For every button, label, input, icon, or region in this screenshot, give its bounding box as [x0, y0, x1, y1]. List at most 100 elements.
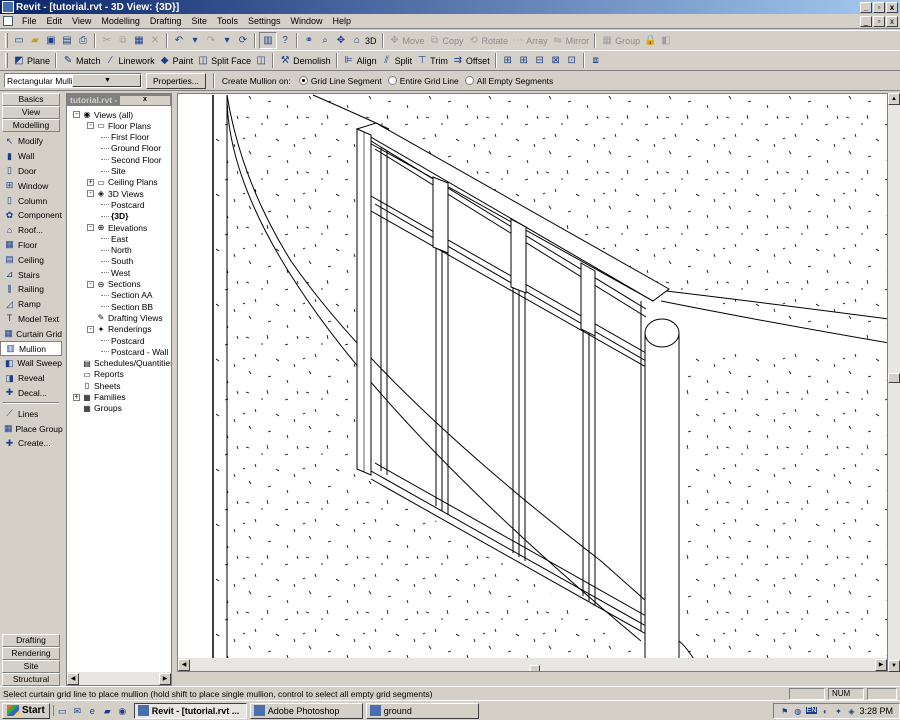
tool-curtain-grid[interactable]: ▦ Curtain Grid	[0, 326, 62, 341]
globe-icon[interactable]: ◍	[793, 706, 803, 716]
whats-this-button[interactable]: ?	[277, 32, 293, 49]
view-horizontal-scrollbar[interactable]: ◀ ▶	[178, 658, 887, 671]
doc-close-button[interactable]: x	[886, 15, 898, 27]
tab-structural[interactable]: Structural	[2, 673, 60, 686]
snap-button[interactable]: ⊡	[564, 52, 580, 69]
dynamic-view-button[interactable]: ✥	[333, 32, 349, 49]
tree-node[interactable]: Postcard - Wall	[101, 346, 168, 357]
radio-button-icon[interactable]	[464, 76, 474, 85]
demolish-button[interactable]: ⚒ Demolish	[277, 52, 333, 69]
match-button[interactable]: ✎ Match	[60, 52, 103, 69]
tool-ceiling[interactable]: ▤ Ceiling	[0, 252, 62, 267]
scroll-right-icon[interactable]: ▶	[875, 658, 887, 671]
radio-button-icon[interactable]	[298, 76, 308, 85]
close-button[interactable]: x	[886, 1, 898, 13]
tab-basics[interactable]: Basics	[2, 93, 60, 106]
scroll-down-icon[interactable]: ▼	[888, 660, 900, 672]
doc-restore-button[interactable]: ▫	[873, 15, 885, 27]
tree-node[interactable]: Section BB	[101, 301, 153, 312]
tree-node[interactable]: ✎ Drafting Views	[87, 312, 163, 323]
tab-modelling[interactable]: Modelling	[2, 119, 60, 132]
unlock-button[interactable]: ◧	[658, 32, 674, 49]
collapse-icon[interactable]: -	[87, 224, 94, 231]
document-icon[interactable]	[3, 16, 13, 26]
3d-view-canvas[interactable]: ◀ ▶	[177, 93, 888, 672]
grid-align-button[interactable]: ⊞	[516, 52, 532, 69]
split-face-extra-button[interactable]: ◫	[253, 52, 269, 69]
tool-stairs[interactable]: ⊿ Stairs	[0, 267, 62, 282]
expand-icon[interactable]: +	[73, 393, 80, 401]
offset-button[interactable]: ⇉ Offset	[450, 52, 492, 69]
tool-model-text[interactable]: T Model Text	[0, 312, 62, 327]
tool-lines[interactable]: ⟋ Lines	[0, 406, 62, 421]
radio-entire-grid-line[interactable]: Entire Grid Line	[387, 76, 459, 86]
new-button[interactable]: ▭	[11, 32, 27, 49]
tool-component[interactable]: ✿ Component	[0, 208, 62, 223]
tree-node[interactable]: + ▦ Families	[73, 392, 126, 403]
undo-list-button[interactable]: ▾	[187, 32, 203, 49]
tree-node[interactable]: Ground Floor	[101, 143, 161, 154]
split-face-button[interactable]: ◫ Split Face	[195, 52, 253, 69]
taskbar-button-2[interactable]: ground	[365, 702, 479, 719]
move-button[interactable]: ✥ Move	[387, 32, 427, 49]
radio-all-empty-segments[interactable]: All Empty Segments	[464, 76, 553, 86]
copy-clip-button[interactable]: ⧉	[115, 32, 131, 49]
linework-button[interactable]: ⁄ Linework	[103, 52, 157, 69]
tool-reveal[interactable]: ◨ Reveal	[0, 371, 62, 386]
expand-icon[interactable]: +	[87, 178, 94, 186]
security-icon[interactable]: ◈	[846, 706, 856, 716]
browser-close-button[interactable]: x	[120, 95, 170, 105]
restore-button[interactable]: ▫	[873, 1, 885, 13]
tool-window[interactable]: ⊞ Window	[0, 178, 62, 193]
menu-window[interactable]: Window	[286, 15, 328, 28]
desktop-icon[interactable]: ▭	[57, 705, 68, 716]
cascade-button[interactable]: ⊠	[548, 52, 564, 69]
menu-help[interactable]: Help	[328, 15, 357, 28]
scroll-up-icon[interactable]: ▲	[888, 93, 900, 105]
tool-place-group[interactable]: ▦ Place Group	[0, 421, 63, 436]
copy-button[interactable]: ⧉ Copy	[427, 32, 466, 49]
toolbar-grip[interactable]	[5, 53, 8, 68]
distribute-button[interactable]: ⊟	[532, 52, 548, 69]
paint-button[interactable]: ◆ Paint	[157, 52, 196, 69]
repeat-button[interactable]: ⟳	[235, 32, 251, 49]
zoom-button[interactable]: ⌕	[317, 32, 333, 49]
delete-button[interactable]: ✕	[147, 32, 163, 49]
workplane-button[interactable]: ⧈	[588, 52, 604, 69]
group-button[interactable]: ▦ Group	[599, 32, 642, 49]
tool-floor[interactable]: ▦ Floor	[0, 238, 62, 253]
menu-drafting[interactable]: Drafting	[145, 15, 187, 28]
tab-site[interactable]: Site	[2, 660, 60, 673]
view-3d-button[interactable]: ⌂ 3D	[349, 32, 379, 49]
radio-button-icon[interactable]	[387, 76, 397, 85]
menu-site[interactable]: Site	[186, 15, 212, 28]
open-button[interactable]: ▰	[27, 32, 43, 49]
minimize-button[interactable]: _	[860, 1, 872, 13]
paste-button[interactable]: ▦	[131, 32, 147, 49]
toolbar-grip[interactable]	[5, 33, 8, 48]
tool-wall-sweep[interactable]: ◧ Wall Sweep	[0, 356, 62, 371]
print-button[interactable]: ⎙	[75, 32, 91, 49]
tree-node[interactable]: East	[101, 233, 128, 244]
menu-edit[interactable]: Edit	[42, 15, 68, 28]
settings-icon[interactable]: ✦	[833, 706, 843, 716]
split-button[interactable]: ⫽ Split	[379, 52, 415, 69]
vertical-scroll-thumb[interactable]	[888, 373, 900, 383]
tree-node[interactable]: - ◉ Views (all)	[73, 109, 133, 120]
mirror-button[interactable]: ⇋ Mirror	[550, 32, 592, 49]
tab-rendering[interactable]: Rendering	[2, 647, 60, 660]
align-button[interactable]: ⊫ Align	[341, 52, 379, 69]
plane-button[interactable]: ◩ Plane	[11, 52, 52, 69]
tree-node[interactable]: + ▭ Ceiling Plans	[87, 177, 158, 188]
tool-railing[interactable]: ⫼ Railing	[0, 282, 62, 297]
language-indicator[interactable]: EN	[805, 707, 818, 714]
tree-node[interactable]: Second Floor	[101, 154, 162, 165]
tool-modify[interactable]: ↖ Modify	[0, 134, 62, 149]
collapse-icon[interactable]: -	[73, 111, 80, 118]
menu-settings[interactable]: Settings	[243, 15, 286, 28]
tree-node[interactable]: - ⊖ Sections	[87, 279, 141, 290]
start-button[interactable]: Start	[2, 702, 50, 719]
doc-minimize-button[interactable]: _	[860, 15, 872, 27]
chevron-down-icon[interactable]: ▼	[72, 74, 141, 87]
browser-horizontal-scrollbar[interactable]: ◀ ▶	[67, 672, 171, 685]
